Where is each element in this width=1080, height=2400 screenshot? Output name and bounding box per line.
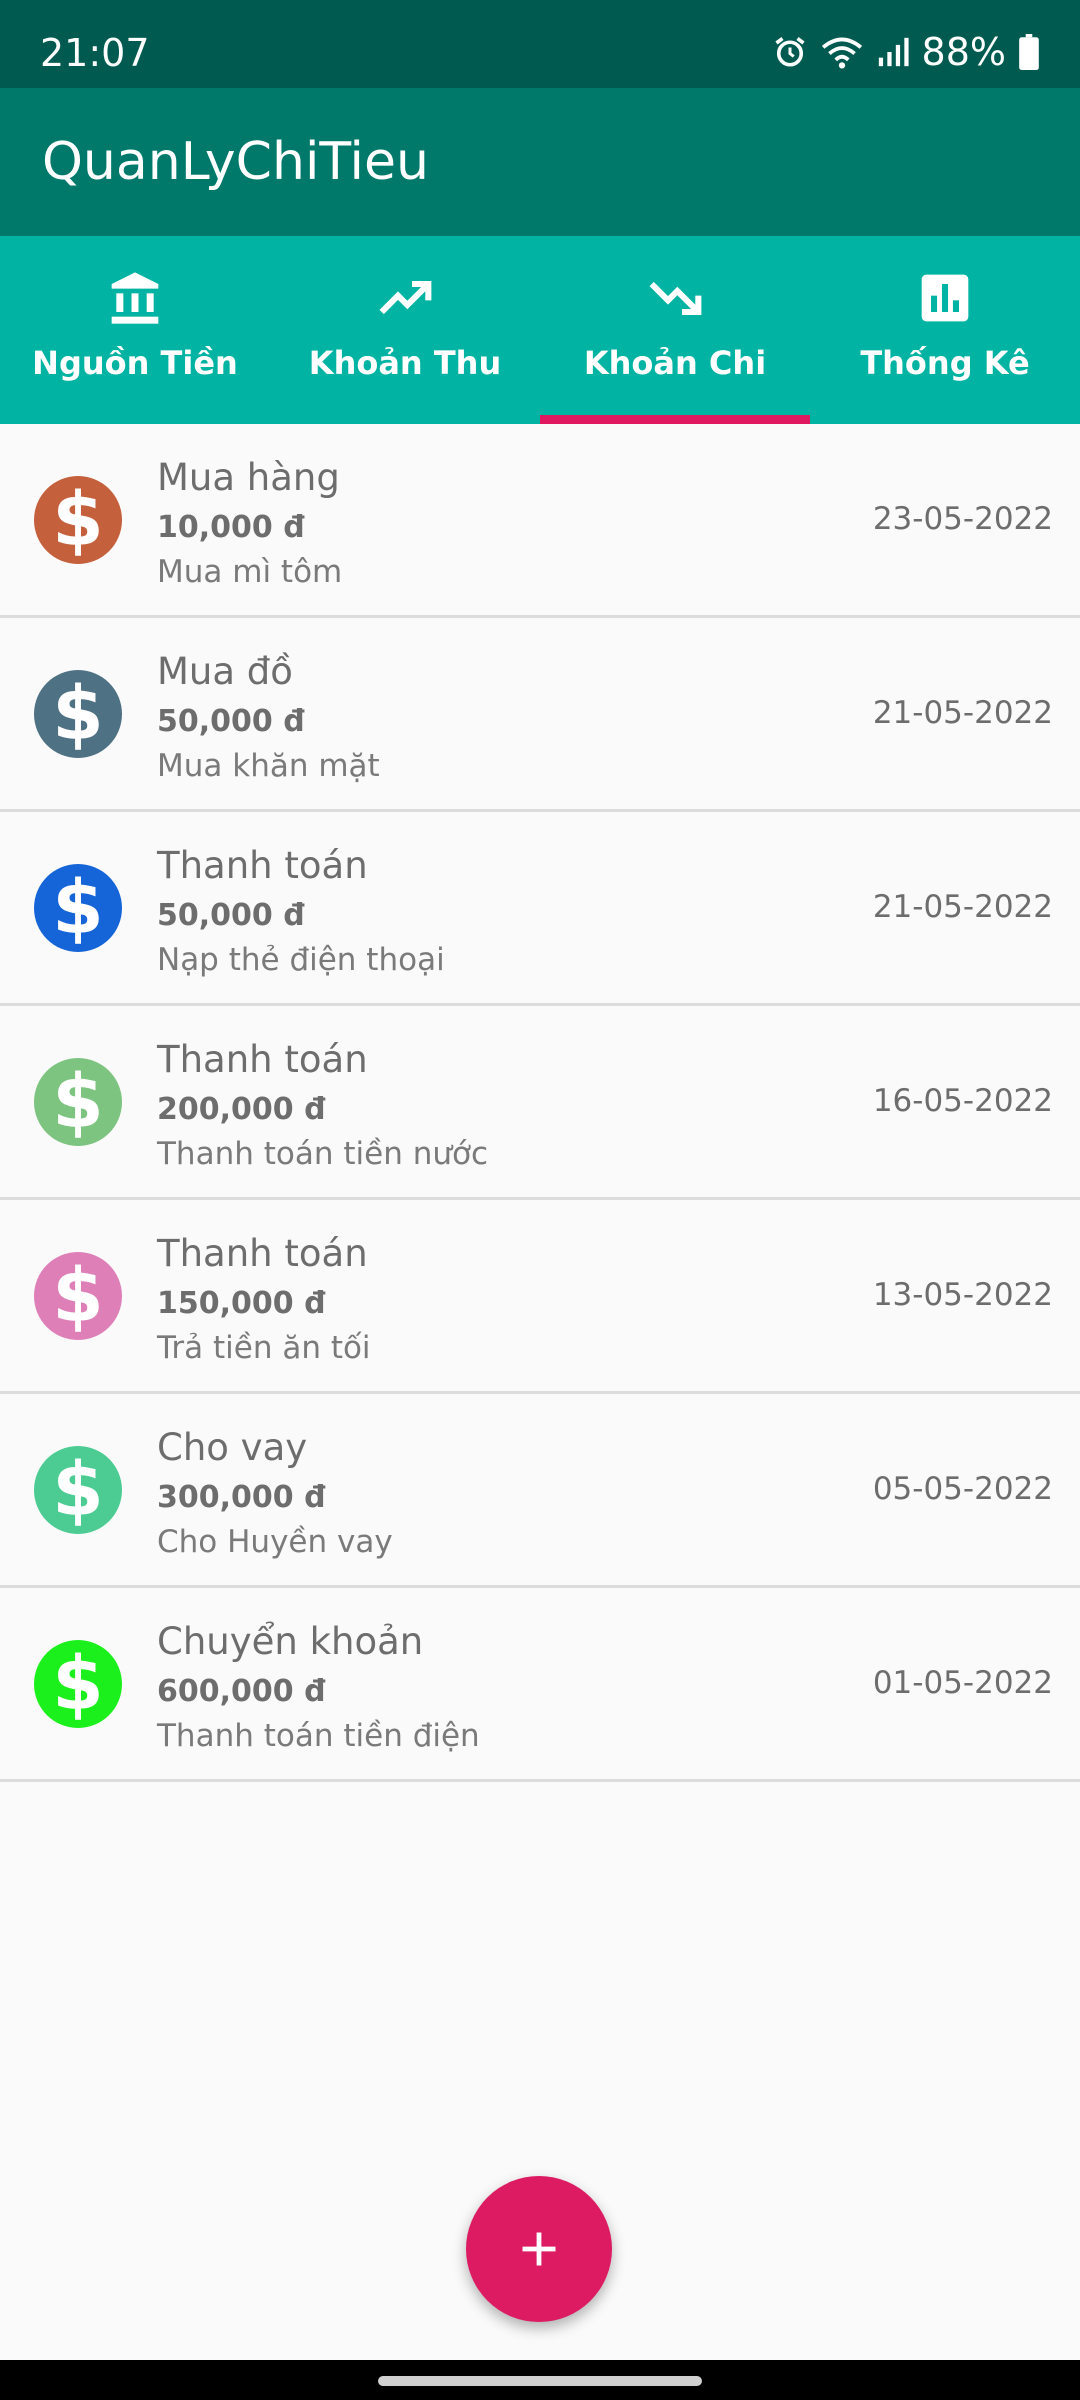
- tab-thong-ke[interactable]: Thống Kê: [810, 236, 1080, 424]
- battery-icon: [1019, 34, 1039, 70]
- item-date: 21-05-2022: [872, 889, 1053, 925]
- item-amount: 50,000 đ: [157, 704, 305, 739]
- dollar-icon: $: [34, 864, 122, 952]
- wifi-icon: [821, 37, 862, 69]
- item-amount: 200,000 đ: [157, 1092, 326, 1127]
- item-title: Thanh toán: [157, 844, 368, 887]
- tab-label: Khoản Chi: [583, 344, 767, 382]
- plus-icon: [522, 2232, 556, 2266]
- selected-tab-indicator: [540, 415, 810, 424]
- item-date: 01-05-2022: [872, 1665, 1053, 1701]
- tab-khoan-chi[interactable]: Khoản Chi: [540, 236, 810, 424]
- dollar-icon: $: [34, 670, 122, 758]
- status-time: 21:07: [40, 31, 150, 75]
- tab-label: Thống Kê: [860, 344, 1030, 382]
- navigation-bar: [0, 2360, 1080, 2400]
- item-date: 16-05-2022: [872, 1083, 1053, 1119]
- home-gesture-handle[interactable]: [378, 2376, 702, 2386]
- item-amount: 50,000 đ: [157, 898, 305, 933]
- item-note: Cho Huyền vay: [157, 1524, 393, 1560]
- status-icons: 88%: [772, 30, 1040, 74]
- tab-label: Khoản Thu: [308, 344, 502, 382]
- list-item[interactable]: $ Mua hàng 10,000 đ Mua mì tôm 23-05-202…: [0, 424, 1080, 618]
- signal-icon: [878, 37, 909, 67]
- item-amount: 150,000 đ: [157, 1286, 326, 1321]
- item-title: Chuyển khoản: [157, 1620, 424, 1663]
- item-note: Thanh toán tiền nước: [157, 1136, 488, 1172]
- trending-up-icon: [375, 268, 435, 328]
- alarm-icon: [774, 37, 805, 67]
- status-bar: 21:07 88%: [0, 0, 1080, 88]
- item-title: Thanh toán: [157, 1232, 368, 1275]
- list-item[interactable]: $ Mua đồ 50,000 đ Mua khăn mặt 21-05-202…: [0, 618, 1080, 812]
- item-title: Cho vay: [157, 1426, 308, 1469]
- item-amount: 600,000 đ: [157, 1674, 326, 1709]
- battery-percent: 88%: [921, 30, 1006, 74]
- tab-nguon-tien[interactable]: Nguồn Tiền: [0, 236, 270, 424]
- item-note: Mua mì tôm: [157, 554, 343, 590]
- item-note: Trả tiền ăn tối: [157, 1330, 371, 1366]
- item-amount: 300,000 đ: [157, 1480, 326, 1515]
- item-date: 05-05-2022: [872, 1471, 1053, 1507]
- app-bar: QuanLyChiTieu: [0, 88, 1080, 236]
- dollar-icon: $: [34, 1446, 122, 1534]
- item-title: Mua hàng: [157, 456, 340, 499]
- dollar-icon: $: [34, 1252, 122, 1340]
- item-amount: 10,000 đ: [157, 510, 305, 545]
- item-note: Mua khăn mặt: [157, 748, 380, 784]
- bank-icon: [105, 268, 165, 328]
- trending-down-icon: [645, 268, 705, 328]
- item-date: 21-05-2022: [872, 695, 1053, 731]
- tab-bar: Nguồn Tiền Khoản Thu Khoản Chi Thống Kê: [0, 236, 1080, 424]
- app-title: QuanLyChiTieu: [42, 132, 429, 192]
- expense-list: $ Mua hàng 10,000 đ Mua mì tôm 23-05-202…: [0, 424, 1080, 1782]
- add-expense-button[interactable]: [466, 2176, 612, 2322]
- dollar-icon: $: [34, 1058, 122, 1146]
- tab-khoan-thu[interactable]: Khoản Thu: [270, 236, 540, 424]
- dollar-icon: $: [34, 476, 122, 564]
- tab-label: Nguồn Tiền: [32, 344, 238, 382]
- item-note: Thanh toán tiền điện: [157, 1718, 480, 1754]
- list-item[interactable]: $ Thanh toán 150,000 đ Trả tiền ăn tối 1…: [0, 1200, 1080, 1394]
- item-date: 13-05-2022: [872, 1277, 1053, 1313]
- list-item[interactable]: $ Thanh toán 50,000 đ Nạp thẻ điện thoại…: [0, 812, 1080, 1006]
- list-item[interactable]: $ Cho vay 300,000 đ Cho Huyền vay 05-05-…: [0, 1394, 1080, 1588]
- item-note: Nạp thẻ điện thoại: [157, 942, 445, 978]
- list-item[interactable]: $ Thanh toán 200,000 đ Thanh toán tiền n…: [0, 1006, 1080, 1200]
- item-date: 23-05-2022: [872, 501, 1053, 537]
- list-item[interactable]: $ Chuyển khoản 600,000 đ Thanh toán tiền…: [0, 1588, 1080, 1782]
- bar-chart-icon: [915, 268, 975, 328]
- dollar-icon: $: [34, 1640, 122, 1728]
- item-title: Mua đồ: [157, 650, 293, 693]
- item-title: Thanh toán: [157, 1038, 368, 1081]
